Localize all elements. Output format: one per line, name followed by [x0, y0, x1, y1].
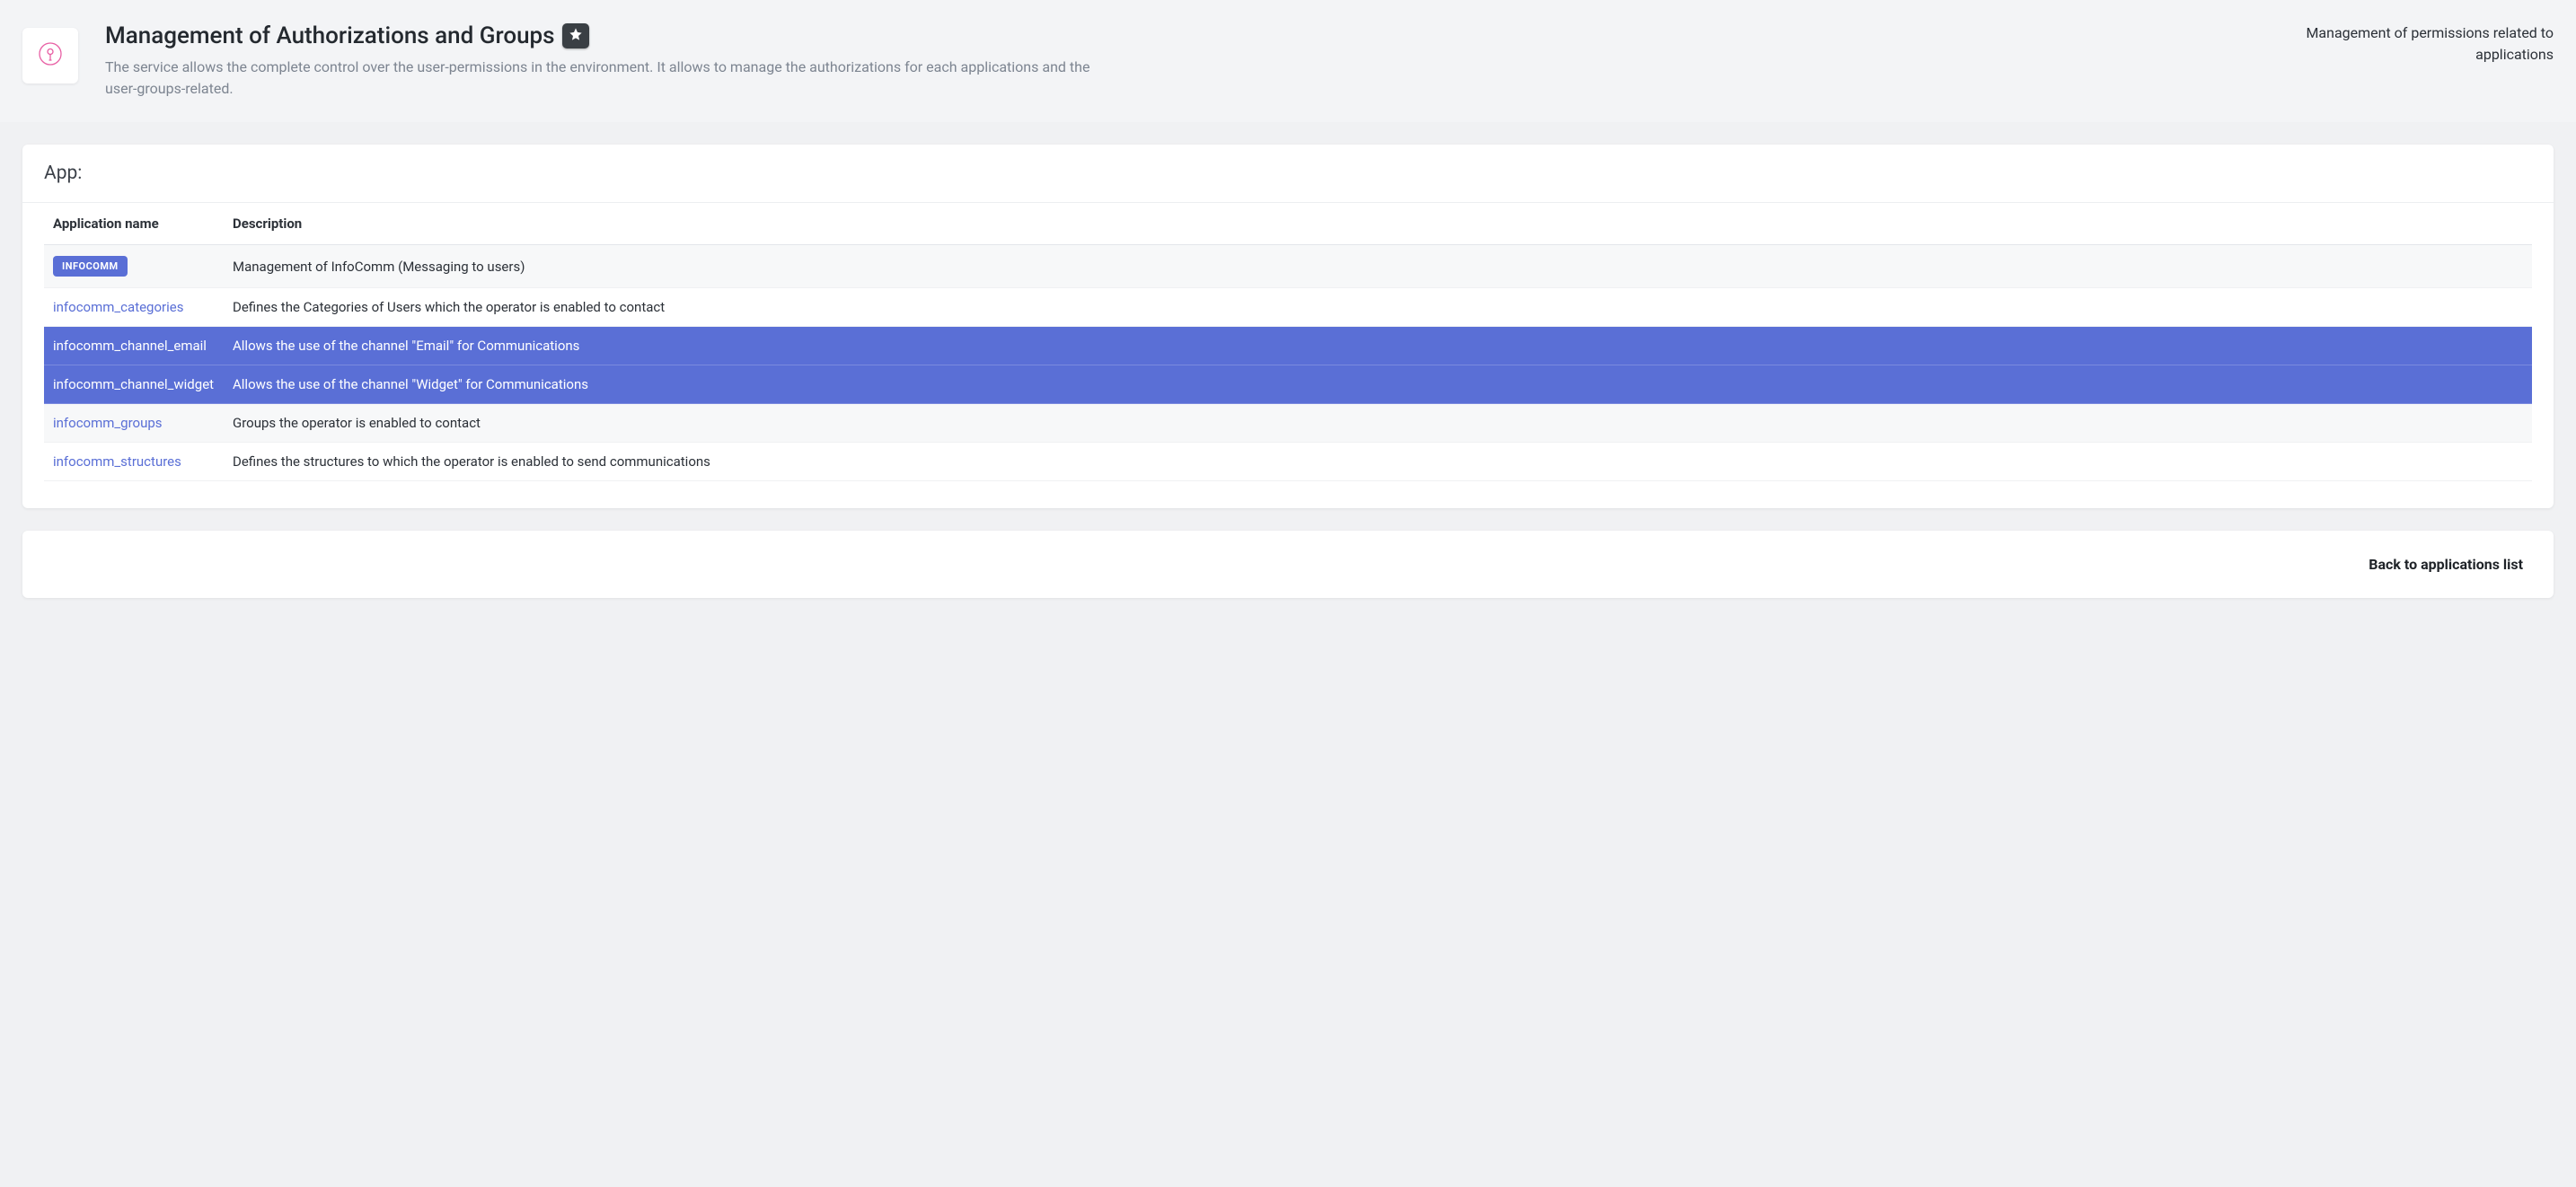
header-right-text: Management of permissions related to app… — [2293, 22, 2554, 66]
page-header: Management of Authorizations and Groups … — [0, 0, 2576, 122]
card-title: App: — [22, 145, 2554, 203]
star-icon — [569, 27, 583, 45]
table-row[interactable]: infocomm_groups Groups the operator is en… — [44, 404, 2532, 443]
cell-app-name: infocomm_structures — [44, 443, 224, 481]
applications-card: App: Application name Description INFOCO… — [22, 145, 2554, 508]
key-icon — [37, 40, 64, 71]
cell-description: Allows the use of the channel "Email" fo… — [224, 327, 2532, 365]
app-link[interactable]: infocomm_groups — [53, 415, 163, 431]
col-header-name: Application name — [44, 203, 224, 245]
table-row[interactable]: infocomm_channel_widget Allows the use of… — [44, 365, 2532, 404]
cell-app-name: infocomm_channel_email — [44, 327, 224, 365]
cell-description: Management of InfoComm (Messaging to use… — [224, 245, 2532, 288]
cell-description: Groups the operator is enabled to contac… — [224, 404, 2532, 443]
app-link[interactable]: infocomm_categories — [53, 299, 183, 315]
table-row[interactable]: infocomm_categories Defines the Categorie… — [44, 288, 2532, 327]
cell-app-name: INFOCOMM — [44, 245, 224, 288]
header-left: Management of Authorizations and Groups … — [105, 22, 2275, 100]
applications-table: Application name Description INFOCOMM Man… — [44, 203, 2532, 481]
app-icon-box — [22, 28, 78, 84]
cell-app-name: infocomm_groups — [44, 404, 224, 443]
favorite-button[interactable] — [562, 23, 589, 48]
cell-description: Allows the use of the channel "Widget" f… — [224, 365, 2532, 404]
app-name-text: infocomm_channel_widget — [53, 376, 214, 392]
footer-card: Back to applications list — [22, 531, 2554, 598]
card-body: Application name Description INFOCOMM Man… — [22, 203, 2554, 508]
page-description: The service allows the complete control … — [105, 57, 1093, 100]
header-title-row: Management of Authorizations and Groups — [105, 22, 2275, 49]
cell-app-name: infocomm_channel_widget — [44, 365, 224, 404]
cell-app-name: infocomm_categories — [44, 288, 224, 327]
back-to-applications-link[interactable]: Back to applications list — [2369, 556, 2523, 573]
page-title: Management of Authorizations and Groups — [105, 22, 555, 49]
table-row[interactable]: infocomm_structures Defines the structure… — [44, 443, 2532, 481]
app-badge[interactable]: INFOCOMM — [53, 256, 128, 277]
col-header-description: Description — [224, 203, 2532, 245]
table-row[interactable]: infocomm_channel_email Allows the use of … — [44, 327, 2532, 365]
cell-description: Defines the structures to which the oper… — [224, 443, 2532, 481]
app-link[interactable]: infocomm_structures — [53, 453, 181, 470]
table-row[interactable]: INFOCOMM Management of InfoComm (Messagin… — [44, 245, 2532, 288]
content-area: App: Application name Description INFOCO… — [0, 122, 2576, 620]
app-name-text: infocomm_channel_email — [53, 338, 207, 354]
cell-description: Defines the Categories of Users which th… — [224, 288, 2532, 327]
